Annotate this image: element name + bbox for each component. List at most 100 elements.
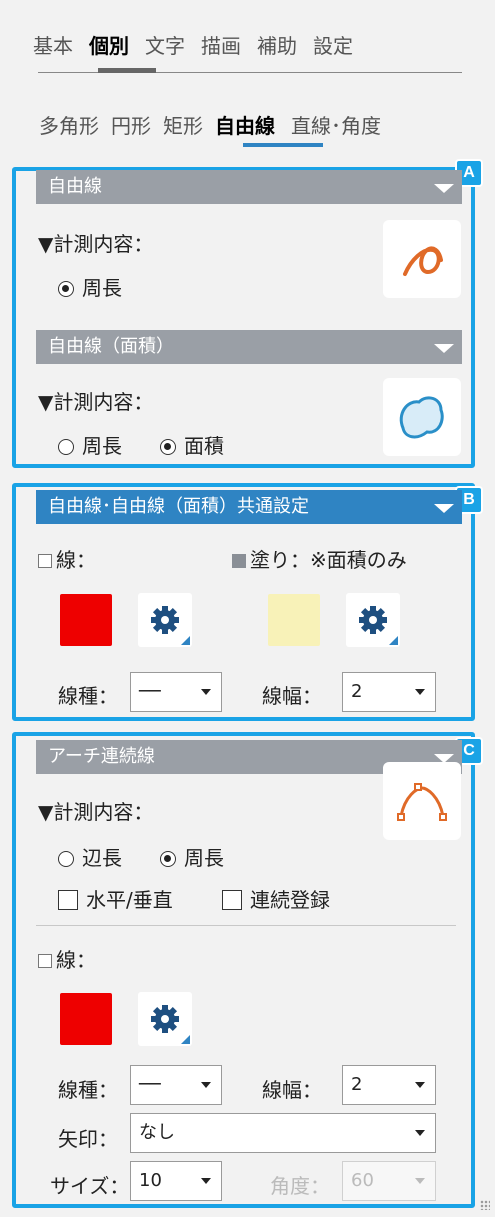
radio-side-label: 辺長 (82, 846, 122, 870)
angle-value: 60 (351, 1170, 374, 1191)
chevron-down-icon (415, 1130, 425, 1136)
linewidth-value: 2 (351, 681, 363, 702)
checkbox-icon (222, 890, 242, 910)
radio-area[interactable]: 面積 (160, 430, 224, 459)
measure-label: ▼計測内容： (38, 232, 154, 256)
subtab-active-indicator (243, 143, 323, 147)
fill-label: 塗り：※面積のみ (250, 548, 407, 572)
common-settings-header[interactable]: 自由線･自由線（面積）共通設定 (36, 490, 462, 524)
check-continuous-register[interactable]: 連続登録 (222, 884, 330, 913)
check-horizontal-vertical[interactable]: 水平/垂直 (58, 884, 173, 913)
checkbox-icon (58, 890, 78, 910)
arch-linetype-select[interactable]: ── (130, 1065, 222, 1105)
radio-on-icon (58, 281, 74, 297)
radio-perimeter-label: 周長 (82, 276, 122, 300)
arch-linetype-label: 線種： (58, 1078, 118, 1102)
chevron-down-icon (415, 1178, 425, 1184)
chevron-down-icon (201, 689, 211, 695)
fill-toggle[interactable]: 塗り：※面積のみ (232, 544, 407, 573)
main-tabs: 基本 個別 文字 描画 補助 設定 (0, 30, 495, 59)
line-toggle[interactable]: 線： (38, 544, 96, 573)
tab-settings[interactable]: 設定 (308, 30, 358, 59)
line-checkbox (38, 554, 52, 568)
divider (36, 925, 456, 926)
size-select[interactable]: 10 (130, 1161, 222, 1201)
tab-assist[interactable]: 補助 (252, 30, 302, 59)
subtab-rect[interactable]: 矩形 (158, 110, 208, 139)
line-color-swatch[interactable] (60, 594, 112, 646)
freeline-tool-icon (383, 220, 461, 298)
fill-settings-button[interactable] (346, 593, 400, 647)
subtab-circle[interactable]: 円形 (106, 110, 156, 139)
arch-linewidth-select[interactable]: 2 (342, 1065, 436, 1105)
radio-off-icon (58, 439, 74, 455)
radio-on-icon (160, 439, 176, 455)
arch-linetype-value: ── (139, 1074, 161, 1095)
freeline-area-header[interactable]: 自由線（面積） (36, 330, 462, 364)
linewidth-label: 線幅： (262, 684, 322, 708)
arrow-value: なし (139, 1122, 175, 1143)
radio-arch-perimeter[interactable]: 周長 (160, 842, 224, 871)
sub-tabs: 多角形 円形 矩形 自由線 直線･角度 (0, 110, 495, 139)
subtab-line-angle[interactable]: 直線･角度 (286, 110, 386, 139)
chevron-down-icon (415, 1082, 425, 1088)
collapse-icon (434, 344, 454, 353)
check-continuous-label: 連続登録 (250, 888, 330, 912)
radio-area-perimeter[interactable]: 周長 (58, 430, 122, 459)
subtab-freeline[interactable]: 自由線 (210, 110, 280, 139)
size-label: サイズ： (50, 1174, 130, 1198)
arch-icon (397, 783, 447, 821)
arch-line-label: 線： (56, 948, 96, 972)
blob-icon (399, 396, 444, 439)
line-settings-button[interactable] (138, 593, 192, 647)
fill-color-swatch[interactable] (268, 594, 320, 646)
arch-line-settings-button[interactable] (138, 992, 192, 1046)
radio-area-label: 面積 (184, 434, 224, 458)
measure-label-area: ▼計測内容： (38, 390, 154, 414)
main-tab-active-indicator (98, 68, 156, 73)
line-checkbox (38, 954, 52, 968)
linetype-select[interactable]: ── (130, 672, 222, 712)
arch-line-header-label: アーチ連続線 (48, 746, 155, 767)
radio-side[interactable]: 辺長 (58, 842, 122, 871)
chevron-down-icon (201, 1082, 211, 1088)
tab-draw[interactable]: 描画 (196, 30, 246, 59)
freeline-curl-icon (403, 246, 443, 276)
resize-grip-icon[interactable] (480, 1200, 490, 1210)
tab-basic[interactable]: 基本 (28, 30, 78, 59)
line-label: 線： (56, 548, 96, 572)
arch-linewidth-label: 線幅： (262, 1078, 322, 1102)
common-settings-header-label: 自由線･自由線（面積）共通設定 (48, 496, 309, 517)
measure-label-arch: ▼計測内容： (38, 800, 154, 824)
arch-linewidth-value: 2 (351, 1074, 363, 1095)
fill-checkbox (232, 554, 246, 568)
size-value: 10 (139, 1170, 162, 1191)
tab-text[interactable]: 文字 (140, 30, 190, 59)
subtab-polygon[interactable]: 多角形 (34, 110, 104, 139)
collapse-icon (434, 184, 454, 193)
freeline-area-header-label: 自由線（面積） (48, 336, 174, 357)
linetype-value: ── (139, 681, 161, 702)
arrow-label: 矢印： (58, 1127, 118, 1151)
angle-select[interactable]: 60 (342, 1161, 436, 1201)
freeline-header[interactable]: 自由線 (36, 170, 462, 204)
dropdown-corner-icon (181, 636, 190, 645)
radio-off-icon (58, 851, 74, 867)
arch-tool-icon (383, 762, 461, 840)
dropdown-corner-icon (181, 1035, 190, 1044)
check-hv-label: 水平/垂直 (86, 888, 173, 912)
dropdown-corner-icon (389, 636, 398, 645)
chevron-down-icon (415, 689, 425, 695)
angle-label: 角度： (270, 1174, 330, 1198)
linetype-label: 線種： (58, 684, 118, 708)
radio-on-icon (160, 851, 176, 867)
linewidth-select[interactable]: 2 (342, 672, 436, 712)
arch-line-color-swatch[interactable] (60, 993, 112, 1045)
chevron-down-icon (201, 1178, 211, 1184)
collapse-icon (434, 504, 454, 513)
arrow-select[interactable]: なし (130, 1113, 436, 1153)
tab-individual[interactable]: 個別 (84, 30, 134, 59)
radio-arch-perimeter-label: 周長 (184, 846, 224, 870)
arch-line-toggle[interactable]: 線： (38, 944, 96, 973)
radio-perimeter[interactable]: 周長 (58, 272, 122, 301)
